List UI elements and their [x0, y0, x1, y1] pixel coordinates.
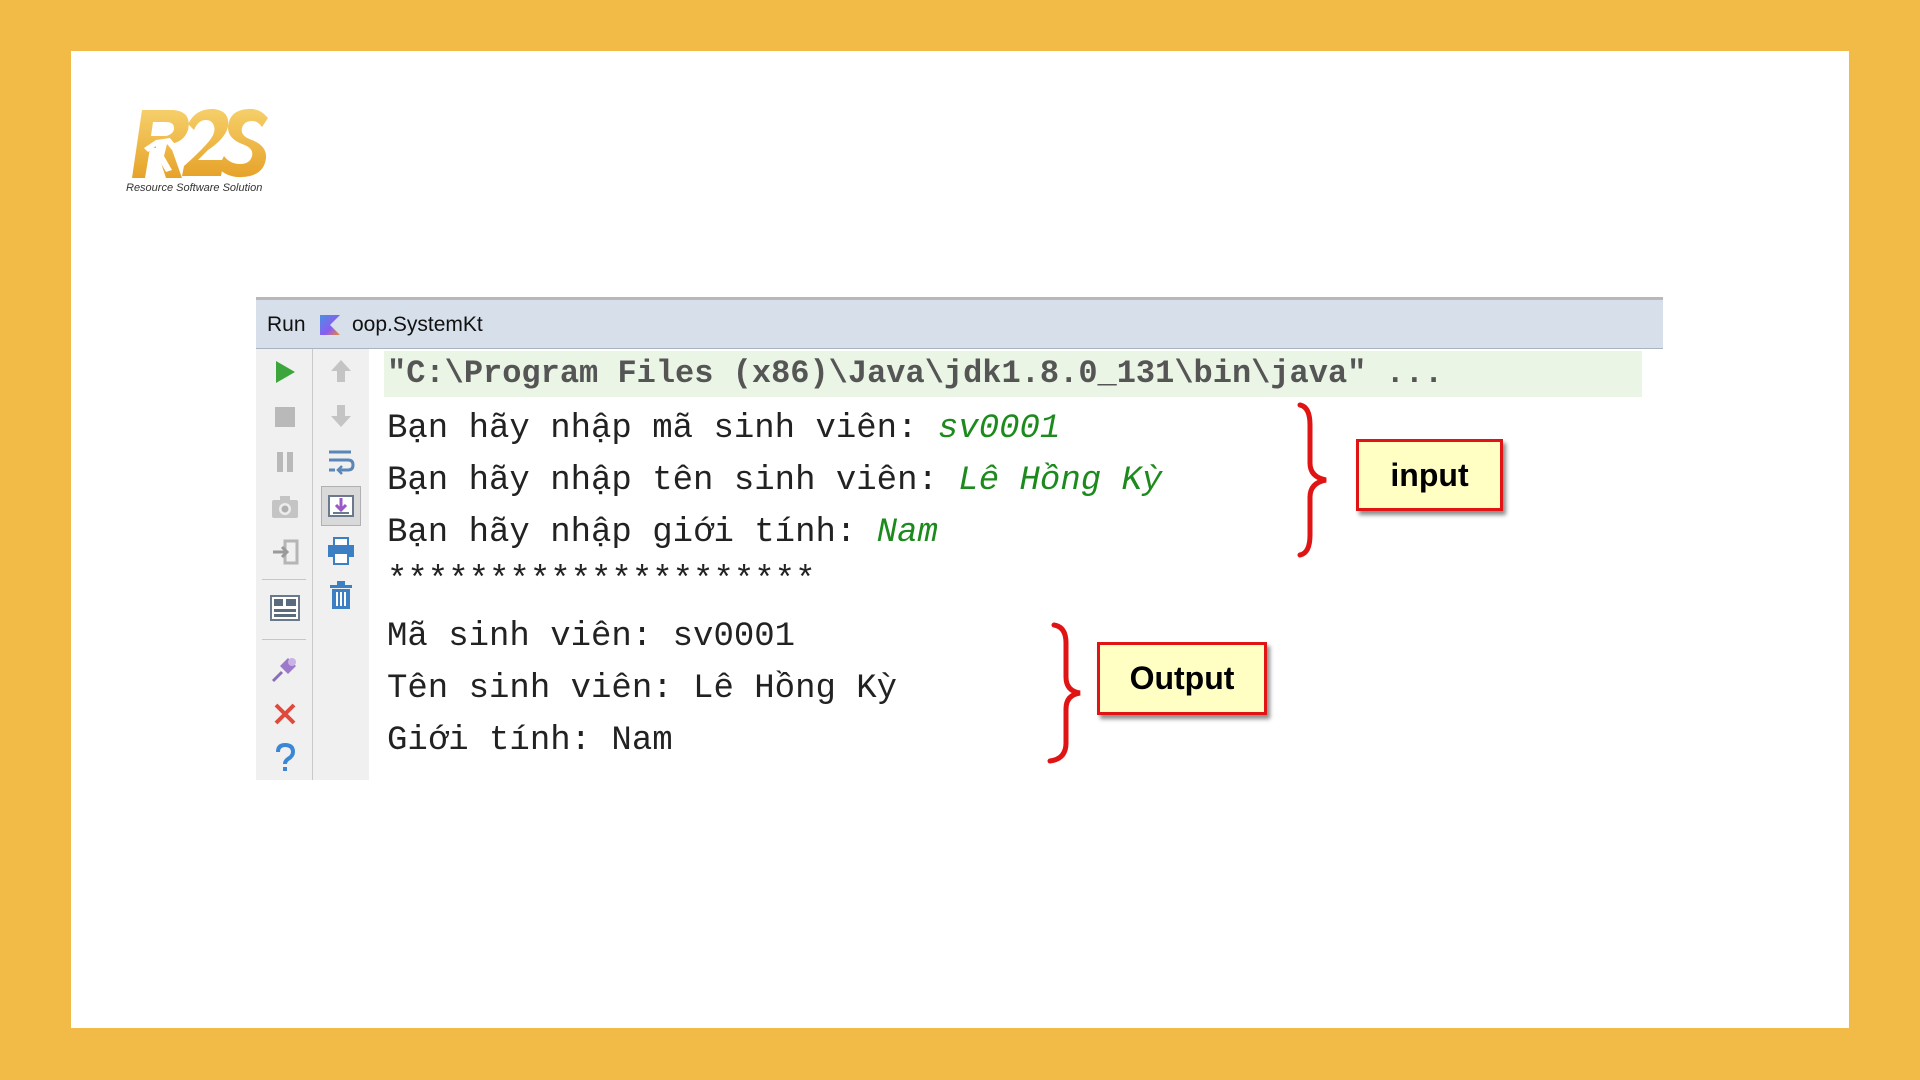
r2s-logo: Resource Software Solution [126, 104, 286, 199]
java-command-line: "C:\Program Files (x86)\Java\jdk1.8.0_13… [387, 355, 1444, 392]
console-line: Bạn hãy nhập mã sinh viên: sv0001 [387, 409, 1060, 449]
input-brace-icon [1297, 402, 1327, 558]
user-input-text: sv0001 [937, 410, 1061, 448]
output-callout: Output [1097, 642, 1267, 715]
prompt-text: Bạn hãy nhập mã sinh viên: [387, 410, 938, 448]
input-callout: input [1356, 439, 1503, 511]
console-line: Bạn hãy nhập tên sinh viên: Lê Hồng Kỳ [387, 461, 1162, 501]
camera-icon[interactable] [270, 492, 300, 522]
arrow-up-icon[interactable] [326, 356, 356, 386]
run-tab-label[interactable]: Run [267, 313, 306, 337]
r2s-logo-mark [132, 108, 268, 178]
user-input-text: Nam [876, 514, 938, 552]
output-line: Tên sinh viên: Lê Hồng Kỳ [387, 670, 898, 708]
scroll-to-end-icon[interactable] [321, 486, 361, 526]
kotlin-icon [319, 314, 341, 341]
left-toolbar [256, 349, 313, 780]
right-toolbar [313, 349, 369, 780]
stop-icon[interactable] [270, 402, 300, 432]
output-line: Giới tính: Nam [387, 722, 673, 760]
toolbar-divider [262, 579, 306, 580]
run-icon[interactable] [270, 357, 300, 387]
run-config-name[interactable]: oop.SystemKt [352, 313, 483, 337]
print-icon[interactable] [326, 536, 356, 566]
layout-icon[interactable] [270, 593, 300, 623]
login-icon[interactable] [270, 537, 300, 567]
help-icon[interactable] [270, 743, 300, 773]
trash-icon[interactable] [326, 580, 356, 610]
logo-tagline: Resource Software Solution [126, 182, 263, 194]
pin-icon[interactable] [270, 654, 300, 684]
user-input-text: Lê Hồng Kỳ [958, 462, 1163, 500]
output-brace-icon [1047, 622, 1081, 764]
soft-wrap-icon[interactable] [326, 446, 356, 476]
separator-line: ********************* [387, 562, 816, 600]
toolbar-divider [262, 639, 306, 640]
output-line: Mã sinh viên: sv0001 [387, 618, 796, 656]
run-titlebar[interactable]: Run oop.SystemKt [256, 300, 1663, 349]
prompt-text: Bạn hãy nhập tên sinh viên: [387, 462, 959, 500]
close-icon[interactable] [270, 699, 300, 729]
console-output[interactable]: "C:\Program Files (x86)\Java\jdk1.8.0_13… [369, 349, 1663, 780]
run-tool-window: Run oop.SystemKt "C:\Program Files (x86)… [256, 297, 1663, 780]
console-line: Bạn hãy nhập giới tính: Nam [387, 513, 938, 553]
prompt-text: Bạn hãy nhập giới tính: [387, 514, 877, 552]
pause-icon[interactable] [270, 447, 300, 477]
arrow-down-icon[interactable] [326, 401, 356, 431]
